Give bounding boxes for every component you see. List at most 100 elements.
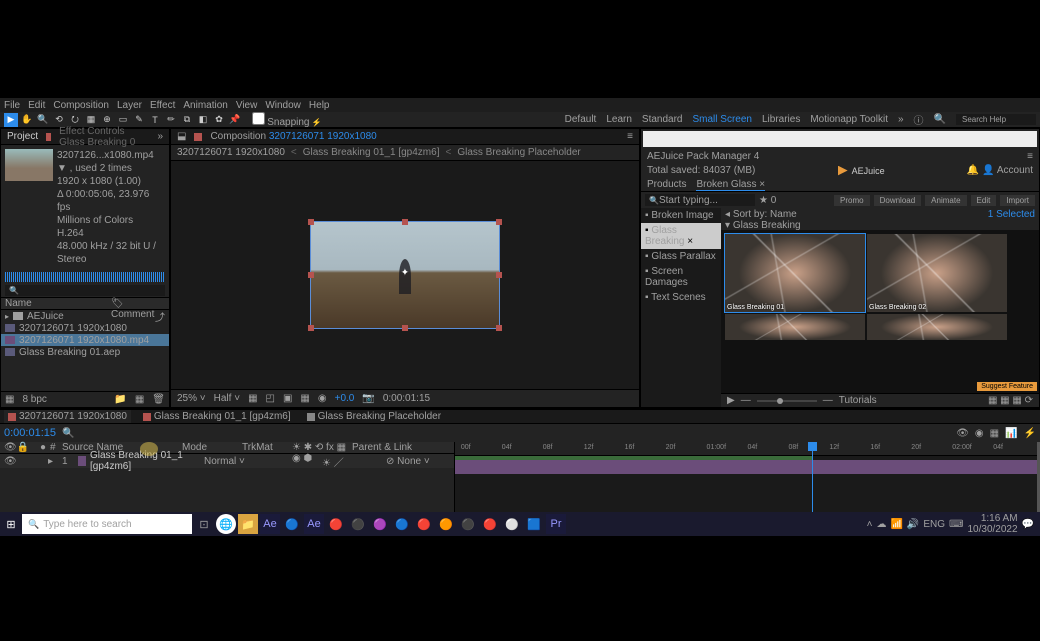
draft-icon[interactable]: ⚡: [1024, 428, 1036, 439]
new-comp-icon[interactable]: ▦: [135, 394, 144, 405]
group-label[interactable]: ▾ Glass Breaking: [725, 220, 801, 231]
tray-wifi-icon[interactable]: 📶: [890, 519, 902, 530]
tray-volume-icon[interactable]: 🔊: [907, 519, 919, 530]
breadcrumb-item[interactable]: Glass Breaking Placeholder: [457, 147, 580, 158]
project-tab[interactable]: Project: [7, 131, 38, 142]
app-icon[interactable]: ⚫: [348, 514, 368, 534]
animate-button[interactable]: Animate: [925, 195, 966, 206]
play-icon[interactable]: ▶: [727, 395, 735, 406]
taskbar-search-input[interactable]: 🔍 Type here to search: [22, 514, 192, 534]
snapshot-icon[interactable]: 📷: [362, 393, 374, 404]
menu-effect[interactable]: Effect: [150, 100, 175, 111]
region-icon[interactable]: ▦: [300, 393, 309, 404]
menu-window[interactable]: Window: [265, 100, 301, 111]
tray-clock[interactable]: 1:16 AM 10/30/2022: [967, 513, 1017, 535]
project-item[interactable]: Glass Breaking 01.aep: [1, 346, 169, 358]
project-item[interactable]: ▸AEJuice⤴: [1, 310, 169, 322]
transform-handle[interactable]: [402, 325, 408, 331]
workspace-motionapp[interactable]: Motionapp Toolkit: [810, 114, 888, 125]
anchor-point-icon[interactable]: ✦: [401, 267, 409, 278]
start-button[interactable]: ⊞: [2, 515, 20, 533]
workspace-more-icon[interactable]: »: [898, 114, 904, 125]
timeline-search-icon[interactable]: 🔍: [62, 428, 74, 439]
category-item[interactable]: ▪ Text Scenes: [641, 290, 721, 305]
workspace-standard[interactable]: Standard: [642, 114, 683, 125]
workspace-learn[interactable]: Learn: [606, 114, 632, 125]
ad-banner[interactable]: [643, 131, 1037, 147]
menu-layer[interactable]: Layer: [117, 100, 142, 111]
transform-handle[interactable]: [308, 272, 314, 278]
prev-icon[interactable]: —: [741, 395, 751, 406]
pr-icon[interactable]: Pr: [546, 514, 566, 534]
menu-file[interactable]: File: [4, 100, 20, 111]
interpret-icon[interactable]: ▦: [5, 394, 14, 405]
layer-bar[interactable]: [455, 460, 1040, 474]
puppet-tool[interactable]: 📌: [228, 113, 242, 127]
transform-handle[interactable]: [496, 272, 502, 278]
channel-icon[interactable]: ◉: [318, 393, 327, 404]
transform-handle[interactable]: [308, 219, 314, 225]
app-icon[interactable]: 🔵: [282, 514, 302, 534]
app-icon[interactable]: 🔴: [480, 514, 500, 534]
app-icon[interactable]: 🟣: [370, 514, 390, 534]
timeline-tab[interactable]: Glass Breaking 01_1 [gp4zm6]: [139, 410, 295, 423]
app-icon[interactable]: 🔴: [326, 514, 346, 534]
selection-tool[interactable]: ▶: [4, 113, 18, 127]
menu-composition[interactable]: Composition: [53, 100, 109, 111]
promo-button[interactable]: Promo: [834, 195, 870, 206]
menu-help[interactable]: Help: [309, 100, 330, 111]
zoom-tool[interactable]: 🔍: [36, 113, 50, 127]
transform-handle[interactable]: [496, 325, 502, 331]
3d-icon[interactable]: ▦: [990, 428, 999, 439]
pan-behind-tool[interactable]: ⊕: [100, 113, 114, 127]
task-view-icon[interactable]: ⊡: [194, 514, 214, 534]
share-icon[interactable]: ⤴: [155, 309, 165, 324]
suggest-feature-button[interactable]: Suggest Feature: [977, 382, 1037, 391]
app-icon[interactable]: 🔵: [392, 514, 412, 534]
search-help-input[interactable]: Search Help: [956, 114, 1036, 125]
zoom-dropdown[interactable]: 25% ˅: [177, 393, 206, 404]
aejuice-search-input[interactable]: 🔍 Start typing...: [645, 194, 755, 206]
broken-glass-tab[interactable]: Broken Glass ×: [696, 179, 765, 191]
transform-handle[interactable]: [402, 219, 408, 225]
tray-notifications-icon[interactable]: 💬: [1022, 519, 1034, 530]
tray-keyboard-icon[interactable]: ⌨: [949, 519, 963, 530]
app-icon[interactable]: 🟦: [524, 514, 544, 534]
layer-name[interactable]: Glass Breaking 01_1 [gp4zm6]: [90, 450, 200, 472]
menu-animation[interactable]: Animation: [183, 100, 227, 111]
zoom-slider[interactable]: [757, 400, 817, 402]
exposure-value[interactable]: +0.0: [335, 393, 355, 404]
grid-icon[interactable]: ▦: [248, 393, 257, 404]
app-icon[interactable]: 🟠: [436, 514, 456, 534]
mask-icon[interactable]: ◰: [266, 393, 275, 404]
layer-color-icon[interactable]: [78, 456, 86, 466]
column-name[interactable]: Name: [1, 298, 111, 309]
camera-tool[interactable]: ▦: [84, 113, 98, 127]
col-trkmat[interactable]: TrkMat: [242, 442, 292, 453]
category-item[interactable]: ▪ Glass Breaking ×: [641, 223, 721, 249]
blur-icon[interactable]: ◉: [975, 428, 984, 439]
project-search-input[interactable]: 🔍: [5, 285, 165, 296]
panel-menu-icon[interactable]: ≡: [627, 131, 633, 142]
trash-icon[interactable]: 🗑: [152, 394, 165, 405]
transform-handle[interactable]: [496, 219, 502, 225]
category-item[interactable]: ▪ Glass Parallax: [641, 249, 721, 264]
menu-view[interactable]: View: [236, 100, 258, 111]
transform-handle[interactable]: [308, 325, 314, 331]
category-item[interactable]: ▪ Screen Damages: [641, 264, 721, 290]
info-icon[interactable]: ⓘ: [914, 112, 924, 127]
layer-parent-dropdown[interactable]: ⊘ None ˅: [386, 456, 430, 467]
ae-icon-2[interactable]: Ae: [304, 514, 324, 534]
next-icon[interactable]: —: [823, 395, 833, 406]
composition-tab[interactable]: Composition 3207126071 1920x1080: [210, 131, 376, 142]
workspace-small-screen[interactable]: Small Screen: [693, 114, 752, 125]
tray-expand-icon[interactable]: ˄: [867, 519, 873, 530]
favorites-filter[interactable]: ★ 0: [759, 195, 776, 206]
app-icon[interactable]: ⚪: [502, 514, 522, 534]
flowchart-icon[interactable]: ⬓: [177, 131, 186, 142]
hand-tool[interactable]: ✋: [20, 113, 34, 127]
ae-icon[interactable]: Ae: [260, 514, 280, 534]
text-tool[interactable]: T: [148, 113, 162, 127]
preset-item[interactable]: [725, 314, 865, 340]
transparency-icon[interactable]: ▣: [283, 393, 292, 404]
